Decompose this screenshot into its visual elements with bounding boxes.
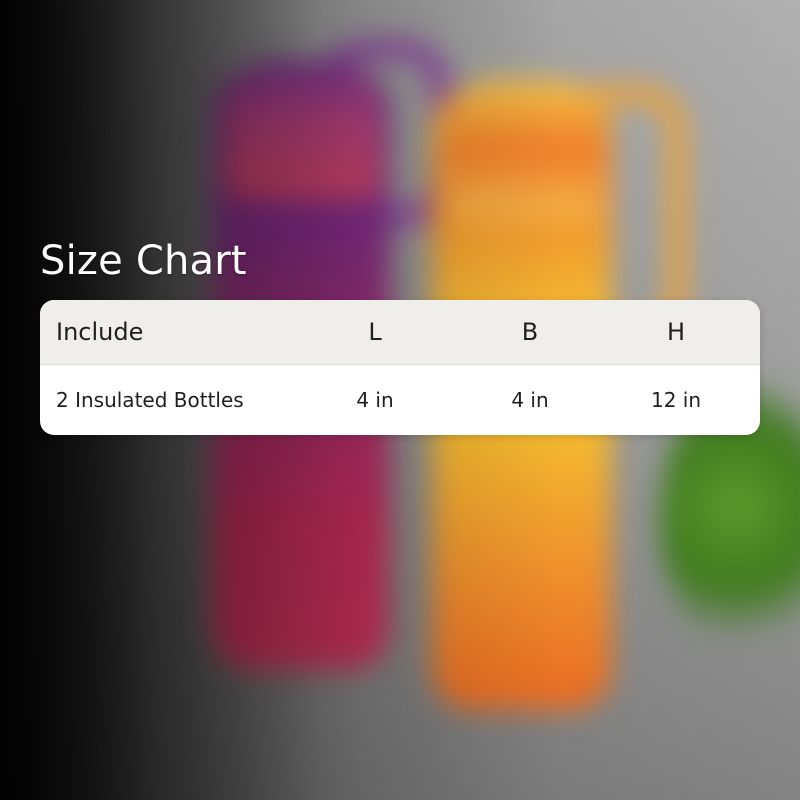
table-row: 2 Insulated Bottles 4 in 4 in 12 in xyxy=(40,365,760,435)
header-height: H xyxy=(666,318,686,346)
cell-length: 4 in xyxy=(356,388,394,412)
cell-include: 2 Insulated Bottles xyxy=(56,388,244,412)
cell-breadth: 4 in xyxy=(511,388,549,412)
page-title: Size Chart xyxy=(40,238,247,284)
size-chart-table: Include L B H 2 Insulated Bottles 4 in 4… xyxy=(40,300,760,435)
header-length: L xyxy=(368,318,382,346)
header-breadth: B xyxy=(521,318,539,346)
header-include: Include xyxy=(56,318,144,346)
table-header-row: Include L B H xyxy=(40,300,760,365)
cell-height: 12 in xyxy=(650,388,702,412)
